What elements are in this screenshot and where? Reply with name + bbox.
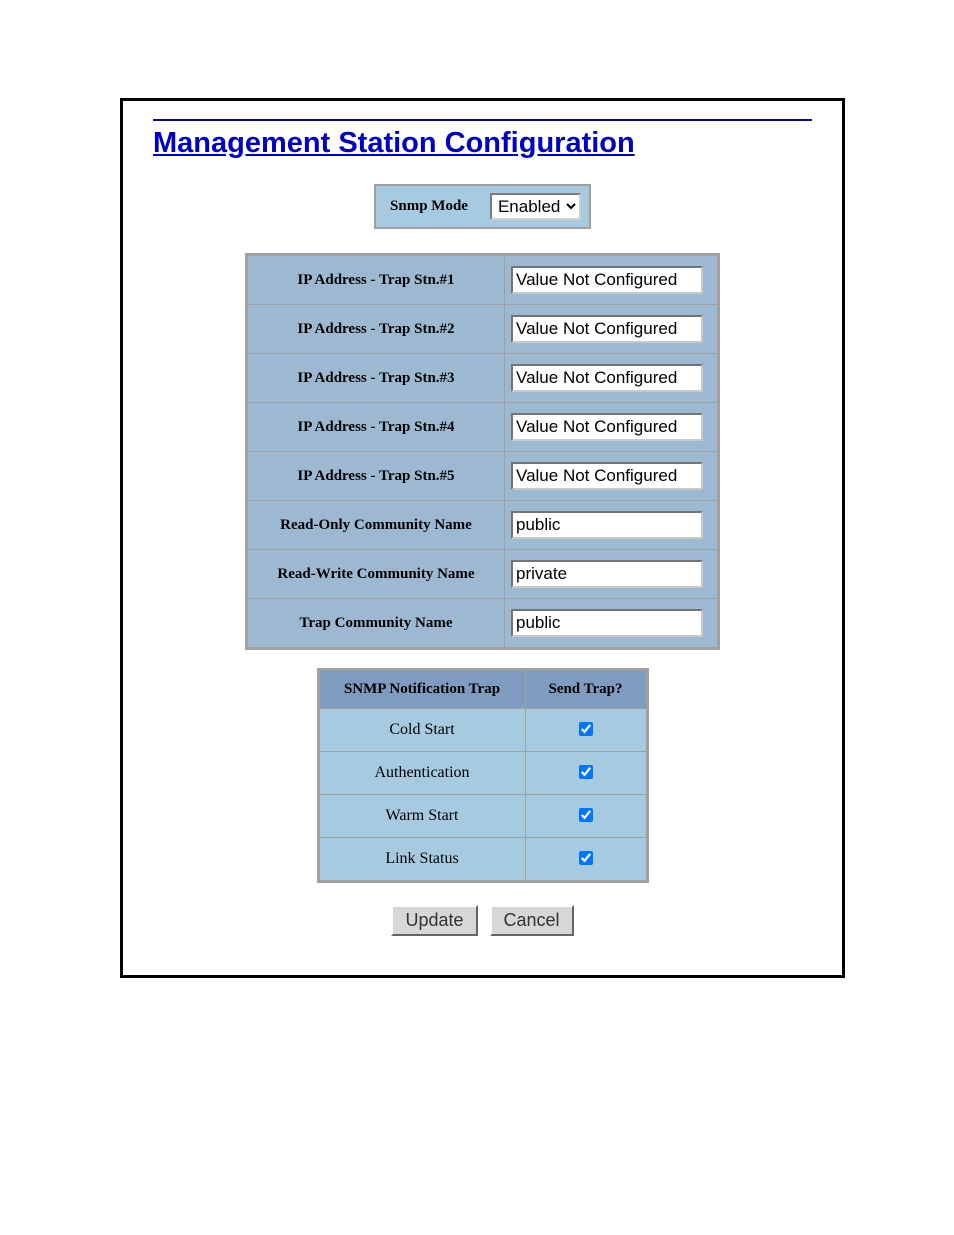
config-input[interactable] bbox=[511, 462, 703, 490]
trap-name: Link Status bbox=[320, 838, 525, 880]
table-row: Cold Start bbox=[320, 709, 646, 751]
snmp-mode-label: Snmp Mode bbox=[376, 186, 482, 227]
table-row: Read-Only Community Name bbox=[248, 501, 717, 549]
config-input-cell bbox=[505, 501, 717, 549]
table-row: IP Address - Trap Stn.#1 bbox=[248, 256, 717, 304]
trap-name: Authentication bbox=[320, 752, 525, 794]
title-wrap: Management Station Configuration bbox=[153, 119, 812, 160]
config-label: Read-Only Community Name bbox=[248, 501, 504, 549]
trap-send-cell bbox=[526, 795, 646, 837]
snmp-mode-cell: Enabled bbox=[482, 186, 589, 227]
table-row: Trap Community Name bbox=[248, 599, 717, 647]
snmp-mode-select[interactable]: Enabled bbox=[490, 193, 581, 220]
config-table: IP Address - Trap Stn.#1IP Address - Tra… bbox=[245, 253, 720, 650]
table-row: IP Address - Trap Stn.#3 bbox=[248, 354, 717, 402]
config-input[interactable] bbox=[511, 364, 703, 392]
page-title[interactable]: Management Station Configuration bbox=[153, 127, 812, 160]
config-panel: Management Station Configuration Snmp Mo… bbox=[120, 98, 845, 978]
table-row: Read-Write Community Name bbox=[248, 550, 717, 598]
config-label: Trap Community Name bbox=[248, 599, 504, 647]
config-label: IP Address - Trap Stn.#2 bbox=[248, 305, 504, 353]
table-row: Link Status bbox=[320, 838, 646, 880]
config-input-cell bbox=[505, 256, 717, 304]
config-input[interactable] bbox=[511, 609, 703, 637]
config-label: IP Address - Trap Stn.#3 bbox=[248, 354, 504, 402]
trap-send-checkbox[interactable] bbox=[579, 722, 593, 736]
table-row: IP Address - Trap Stn.#5 bbox=[248, 452, 717, 500]
trap-header-send: Send Trap? bbox=[526, 671, 646, 708]
trap-name: Warm Start bbox=[320, 795, 525, 837]
trap-send-checkbox[interactable] bbox=[579, 765, 593, 779]
trap-name: Cold Start bbox=[320, 709, 525, 751]
config-input[interactable] bbox=[511, 266, 703, 294]
table-row: Warm Start bbox=[320, 795, 646, 837]
config-input-cell bbox=[505, 550, 717, 598]
trap-send-checkbox[interactable] bbox=[579, 808, 593, 822]
config-input[interactable] bbox=[511, 315, 703, 343]
config-label: Read-Write Community Name bbox=[248, 550, 504, 598]
config-input-cell bbox=[505, 354, 717, 402]
trap-header-name: SNMP Notification Trap bbox=[320, 671, 525, 708]
trap-table: SNMP Notification Trap Send Trap? Cold S… bbox=[317, 668, 649, 883]
trap-send-cell bbox=[526, 838, 646, 880]
table-row: Authentication bbox=[320, 752, 646, 794]
config-input-cell bbox=[505, 403, 717, 451]
trap-send-cell bbox=[526, 709, 646, 751]
snmp-mode-table: Snmp Mode Enabled bbox=[374, 184, 591, 229]
button-row: Update Cancel bbox=[123, 905, 842, 936]
trap-send-checkbox[interactable] bbox=[579, 851, 593, 865]
config-input-cell bbox=[505, 599, 717, 647]
cancel-button[interactable]: Cancel bbox=[490, 905, 574, 936]
config-input[interactable] bbox=[511, 511, 703, 539]
config-label: IP Address - Trap Stn.#5 bbox=[248, 452, 504, 500]
config-input[interactable] bbox=[511, 560, 703, 588]
config-input-cell bbox=[505, 452, 717, 500]
page: Management Station Configuration Snmp Mo… bbox=[0, 0, 954, 1235]
config-label: IP Address - Trap Stn.#1 bbox=[248, 256, 504, 304]
trap-send-cell bbox=[526, 752, 646, 794]
config-input[interactable] bbox=[511, 413, 703, 441]
config-input-cell bbox=[505, 305, 717, 353]
update-button[interactable]: Update bbox=[391, 905, 477, 936]
table-row: IP Address - Trap Stn.#2 bbox=[248, 305, 717, 353]
config-label: IP Address - Trap Stn.#4 bbox=[248, 403, 504, 451]
table-row: IP Address - Trap Stn.#4 bbox=[248, 403, 717, 451]
